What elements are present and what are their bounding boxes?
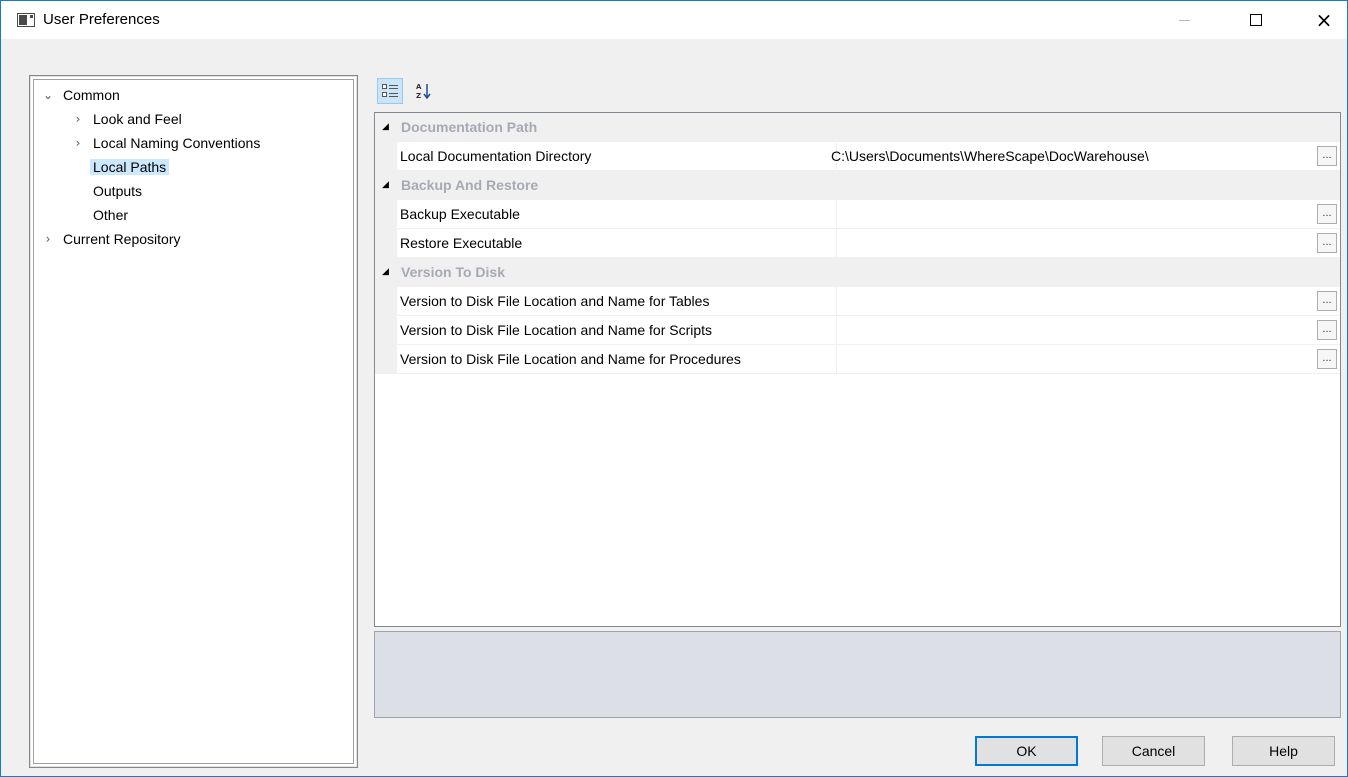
tree-item-look-and-feel[interactable]: Look and Feel bbox=[90, 108, 185, 130]
collapse-triangle-icon[interactable]: ◢ bbox=[382, 113, 389, 141]
tree-item-common[interactable]: Common bbox=[60, 84, 123, 106]
browse-button[interactable]: ... bbox=[1317, 146, 1337, 166]
cancel-button[interactable]: Cancel bbox=[1102, 736, 1205, 766]
collapse-triangle-icon[interactable]: ◢ bbox=[382, 258, 389, 286]
category-documentation-path[interactable]: ◢ Documentation Path bbox=[375, 113, 1340, 142]
chevron-right-icon[interactable]: › bbox=[72, 108, 84, 130]
property-row[interactable]: Version to Disk File Location and Name f… bbox=[375, 316, 1340, 345]
collapse-triangle-icon[interactable]: ◢ bbox=[382, 171, 389, 199]
app-icon bbox=[17, 13, 35, 27]
chevron-right-icon[interactable]: › bbox=[72, 132, 84, 154]
property-name: Local Documentation Directory bbox=[400, 142, 837, 170]
property-row[interactable]: Local Documentation Directory C:\Users\D… bbox=[375, 142, 1340, 171]
browse-button[interactable]: ... bbox=[1317, 320, 1337, 340]
maximize-button[interactable] bbox=[1233, 1, 1279, 39]
categorized-icon bbox=[382, 83, 398, 99]
alphabetical-view-button[interactable]: A Z bbox=[411, 78, 437, 104]
property-name: Version to Disk File Location and Name f… bbox=[400, 345, 837, 373]
category-version-to-disk[interactable]: ◢ Version To Disk bbox=[375, 258, 1340, 287]
chevron-down-icon[interactable]: ⌄ bbox=[42, 84, 54, 106]
minimize-button[interactable] bbox=[1161, 1, 1207, 39]
chevron-right-icon[interactable]: › bbox=[42, 228, 54, 250]
tree-item-other[interactable]: Other bbox=[90, 204, 131, 226]
sort-alphabetical-icon: A Z bbox=[416, 83, 431, 100]
browse-button[interactable]: ... bbox=[1317, 233, 1337, 253]
svg-text:Z: Z bbox=[416, 92, 421, 100]
property-value[interactable]: C:\Users\Documents\WhereScape\DocWarehou… bbox=[831, 142, 1149, 170]
tree-item-local-paths[interactable]: Local Paths bbox=[90, 156, 170, 178]
svg-text:A: A bbox=[416, 83, 422, 91]
property-row[interactable]: Version to Disk File Location and Name f… bbox=[375, 287, 1340, 316]
tree-item-outputs[interactable]: Outputs bbox=[90, 180, 145, 202]
property-name: Version to Disk File Location and Name f… bbox=[400, 316, 837, 344]
property-grid[interactable]: ◢ Documentation Path Local Documentation… bbox=[374, 112, 1341, 627]
property-description-panel bbox=[374, 631, 1341, 718]
property-name: Restore Executable bbox=[400, 229, 837, 257]
property-name: Version to Disk File Location and Name f… bbox=[400, 287, 837, 315]
category-backup-and-restore[interactable]: ◢ Backup And Restore bbox=[375, 171, 1340, 200]
categorized-view-button[interactable] bbox=[377, 78, 403, 104]
maximize-icon bbox=[1250, 14, 1262, 26]
close-icon: × bbox=[1315, 8, 1333, 32]
user-preferences-window: User Preferences × ⌄ Common › Look and F… bbox=[0, 0, 1348, 777]
property-row[interactable]: Restore Executable ... bbox=[375, 229, 1340, 258]
close-button[interactable]: × bbox=[1301, 1, 1347, 39]
browse-button[interactable]: ... bbox=[1317, 291, 1337, 311]
tree-item-current-repository[interactable]: Current Repository bbox=[60, 228, 184, 250]
browse-button[interactable]: ... bbox=[1317, 349, 1337, 369]
property-row[interactable]: Version to Disk File Location and Name f… bbox=[375, 345, 1340, 374]
help-button[interactable]: Help bbox=[1232, 736, 1335, 766]
browse-button[interactable]: ... bbox=[1317, 204, 1337, 224]
property-name: Backup Executable bbox=[400, 200, 837, 228]
ok-button[interactable]: OK bbox=[975, 736, 1078, 766]
tree-item-local-naming-conventions[interactable]: Local Naming Conventions bbox=[90, 132, 263, 154]
minimize-icon bbox=[1178, 19, 1190, 21]
property-row[interactable]: Backup Executable ... bbox=[375, 200, 1340, 229]
title-bar[interactable]: User Preferences × bbox=[1, 1, 1347, 39]
window-title: User Preferences bbox=[43, 11, 160, 28]
preferences-tree[interactable]: ⌄ Common › Look and Feel › Local Naming … bbox=[29, 75, 358, 768]
